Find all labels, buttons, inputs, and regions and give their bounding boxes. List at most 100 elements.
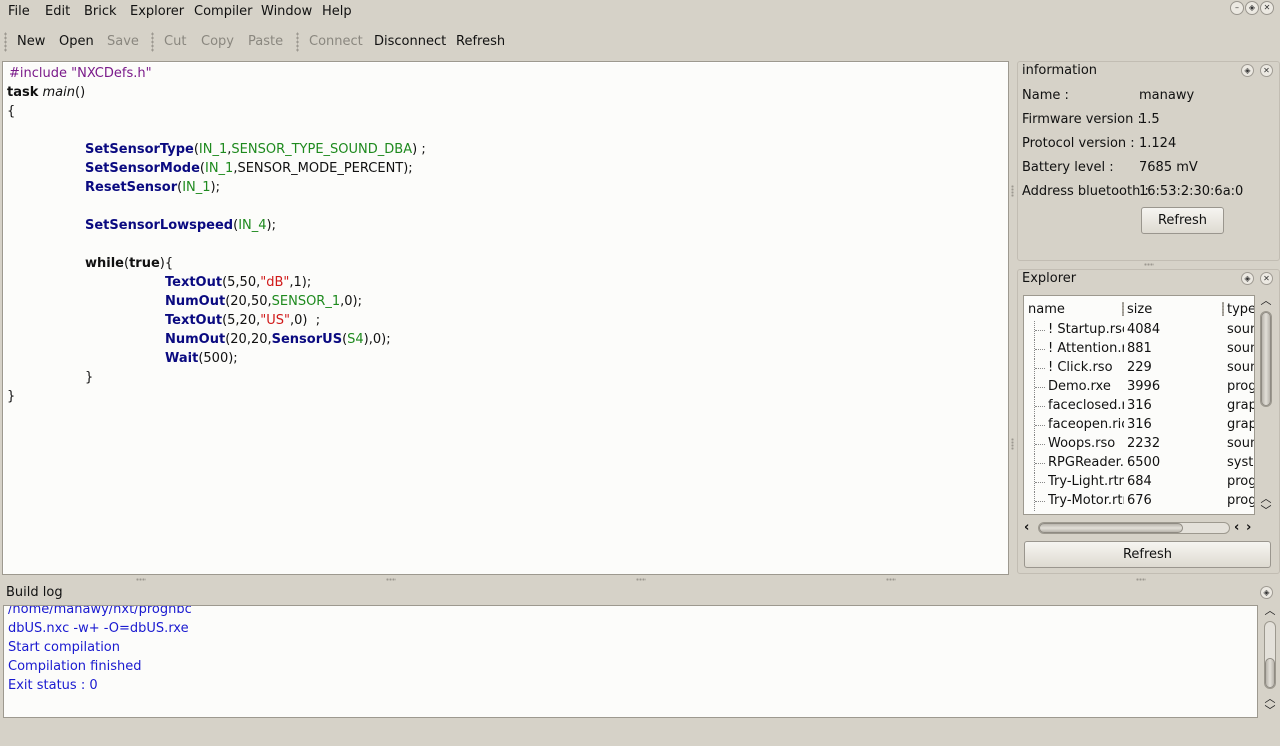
menu-window[interactable]: Window (261, 4, 312, 19)
scroll-thumb[interactable] (1265, 658, 1275, 688)
file-row[interactable]: ! Click.rso 229 sound (1024, 359, 1254, 378)
scroll-down-arrow[interactable]: ﹀ (1262, 705, 1278, 716)
close-icon[interactable]: ✕ (1260, 64, 1273, 77)
build-log-vertical-scrollbar[interactable]: ︿ ︿ ﹀ (1262, 605, 1278, 720)
splitter-handle[interactable] (886, 578, 896, 581)
scroll-thumb[interactable] (1039, 523, 1183, 533)
cut-button[interactable]: Cut (164, 34, 186, 49)
scroll-up-arrow[interactable]: ︿ (1258, 295, 1274, 306)
code-token: S4 (347, 332, 364, 347)
open-button[interactable]: Open (59, 34, 94, 49)
scroll-down-arrow[interactable]: ﹀ (1258, 505, 1274, 516)
float-icon[interactable]: ◈ (1241, 272, 1254, 285)
code-token: (20,20, (225, 332, 272, 347)
file-type: program (1227, 379, 1254, 394)
code-line[interactable]: } (85, 368, 93, 387)
code-line[interactable]: task main() (7, 83, 85, 102)
column-separator[interactable] (1222, 302, 1224, 316)
code-line[interactable]: Wait(500); (165, 349, 238, 368)
menu-brick[interactable]: Brick (84, 4, 117, 19)
column-header-size[interactable]: size (1127, 302, 1152, 317)
scroll-track[interactable] (1038, 522, 1230, 534)
file-row[interactable]: Try-Motor.rtm676 program (1024, 492, 1254, 511)
scroll-up-arrow[interactable]: ︿ (1262, 605, 1278, 616)
code-line[interactable]: } (7, 387, 15, 406)
code-line[interactable]: ResetSensor(IN_1); (85, 178, 220, 197)
code-line[interactable]: #include "NXCDefs.h" (9, 64, 152, 83)
splitter-handle[interactable] (636, 578, 646, 581)
float-icon[interactable]: ◈ (1241, 64, 1254, 77)
splitter-handle[interactable] (136, 578, 146, 581)
code-line[interactable]: SetSensorLowspeed(IN_4); (85, 216, 276, 235)
code-token: task (7, 85, 39, 100)
battery-level-label: Battery level : (1022, 160, 1114, 175)
menu-file[interactable]: File (8, 4, 30, 19)
file-row[interactable]: ! Attention.rso881 sound (1024, 340, 1254, 359)
close-icon[interactable]: ✕ (1260, 272, 1273, 285)
code-line[interactable]: NumOut(20,50,SENSOR_1,0); (165, 292, 362, 311)
code-line[interactable]: while(true){ (85, 254, 173, 273)
code-token: ); (210, 180, 220, 195)
file-row[interactable]: Demo.rxe 3996 program (1024, 378, 1254, 397)
toolbar-grip[interactable] (151, 32, 154, 52)
explorer-refresh-button[interactable]: Refresh (1024, 541, 1271, 568)
explorer-vertical-scrollbar[interactable]: ︿ ︿ ﹀ (1258, 295, 1274, 517)
build-log-output[interactable]: /home/manawy/nxt/prognbc dbUS.nxc -w+ -O=… (3, 605, 1258, 718)
close-icon[interactable]: ✕ (1260, 1, 1274, 15)
code-line[interactable]: SetSensorMode(IN_1,SENSOR_MODE_PERCENT); (85, 159, 413, 178)
column-header-type[interactable]: type (1227, 302, 1254, 317)
splitter-handle[interactable] (1011, 438, 1014, 450)
copy-button[interactable]: Copy (201, 34, 234, 49)
file-row[interactable]: ! Startup.rso4084 sound (1024, 321, 1254, 340)
scroll-left-arrow[interactable]: ‹ (1234, 520, 1239, 535)
code-token: true (129, 256, 160, 271)
float-icon[interactable]: ◈ (1260, 586, 1273, 599)
file-tree[interactable]: name size type ! Startup.rso4084sound! A… (1023, 295, 1255, 515)
file-row[interactable]: Woops.rso 2232 sound (1024, 435, 1254, 454)
code-token: TextOut (165, 275, 223, 290)
splitter-handle[interactable] (1136, 578, 1146, 581)
refresh-button[interactable]: Refresh (456, 34, 505, 49)
file-row[interactable]: faceopen.ric316 graphic (1024, 416, 1254, 435)
code-line[interactable]: SetSensorType(IN_1,SENSOR_TYPE_SOUND_DBA… (85, 140, 426, 159)
paste-button[interactable]: Paste (248, 34, 283, 49)
code-line[interactable]: TextOut(5,50,"dB",1); (165, 273, 311, 292)
scroll-right-arrow[interactable]: › (1246, 520, 1251, 535)
disconnect-button[interactable]: Disconnect (374, 34, 446, 49)
column-header-name[interactable]: name (1028, 302, 1065, 317)
code-token: SensorUS (271, 332, 343, 347)
scroll-thumb[interactable] (1261, 312, 1271, 406)
splitter-handle[interactable] (1011, 185, 1014, 197)
file-row[interactable]: faceclosed.ric316 graphic (1024, 397, 1254, 416)
toolbar-grip[interactable] (4, 32, 7, 52)
code-line[interactable]: { (7, 102, 15, 121)
new-button[interactable]: New (17, 34, 45, 49)
code-editor[interactable]: #include "NXCDefs.h" task main() { SetSenso… (2, 61, 1009, 575)
code-line[interactable]: NumOut(20,20,SensorUS(S4),0); (165, 330, 391, 349)
scroll-up-arrow[interactable]: ︿ (1262, 693, 1278, 704)
file-row[interactable]: Try-Light.rtm684 program (1024, 473, 1254, 492)
column-separator[interactable] (1122, 302, 1124, 316)
toolbar-grip[interactable] (296, 32, 299, 52)
code-line[interactable]: TextOut(5,20,"US",0) ; (165, 311, 320, 330)
file-size: 2232 (1127, 436, 1161, 451)
scroll-track[interactable] (1264, 621, 1276, 689)
splitter-handle[interactable] (386, 578, 396, 581)
file-type: graphic (1227, 398, 1254, 413)
connect-button[interactable]: Connect (309, 34, 363, 49)
explorer-horizontal-scrollbar[interactable]: ‹ ‹ › (1024, 520, 1256, 536)
code-token: (5,20, (222, 313, 261, 328)
info-refresh-button[interactable]: Refresh (1141, 207, 1224, 234)
menu-explorer[interactable]: Explorer (130, 4, 184, 19)
menu-compiler[interactable]: Compiler (194, 4, 253, 19)
menu-edit[interactable]: Edit (45, 4, 70, 19)
scroll-up-arrow[interactable]: ︿ (1258, 493, 1274, 504)
minimize-icon[interactable]: – (1230, 1, 1244, 15)
save-button[interactable]: Save (107, 34, 139, 49)
menu-help[interactable]: Help (322, 4, 352, 19)
file-row[interactable]: RPGReader.sys6500 system (1024, 454, 1254, 473)
splitter-handle[interactable] (1144, 263, 1154, 266)
scroll-left-arrow[interactable]: ‹ (1024, 520, 1029, 535)
float-icon[interactable]: ◈ (1245, 1, 1259, 15)
scroll-track[interactable] (1260, 311, 1272, 407)
